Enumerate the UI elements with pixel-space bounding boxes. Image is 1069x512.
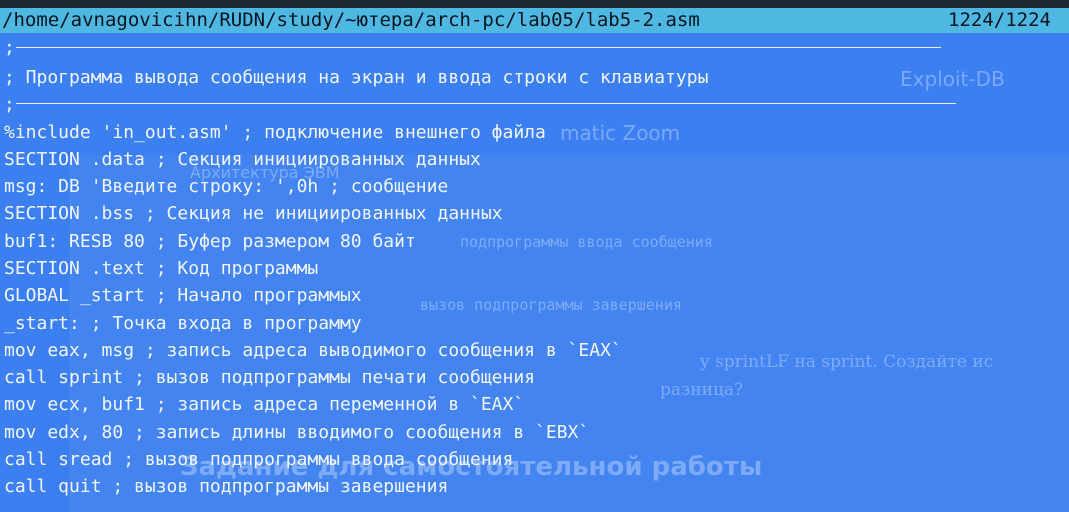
code-line: SECTION .text ; Код программы: [4, 258, 319, 279]
code-line: msg: DB 'Введите строку: ',0h ; сообщени…: [4, 176, 449, 197]
code-line: _start: ; Точка входа в программу: [4, 313, 362, 334]
code-line: call sread ; вызов подпрограммы ввода со…: [4, 449, 514, 470]
code-line: SECTION .data ; Секция инициированных да…: [4, 149, 481, 170]
file-path: /home/avnagovicihn/RUDN/study/~ютера/arc…: [2, 9, 700, 31]
code-line: GLOBAL _start ; Начало программых: [4, 285, 362, 306]
code-line: mov ecx, buf1 ; запись адреса переменной…: [4, 394, 525, 415]
code-line: %include 'in_out.asm' ; подключение внеш…: [4, 122, 546, 143]
comment-rule: [16, 47, 941, 48]
comment-rule: [16, 103, 956, 104]
line-counter: 1224/1224: [948, 9, 1051, 31]
code-line: buf1: RESB 80 ; Буфер размером 80 байт: [4, 231, 416, 252]
code-line: call sprint ; вызов подпрограммы печати …: [4, 367, 536, 388]
code-line: mov edx, 80 ; запись длины вводимого соо…: [4, 422, 590, 443]
code-line: ;: [4, 94, 15, 115]
code-line: ;: [4, 37, 15, 58]
file-path-bar: /home/avnagovicihn/RUDN/study/~ютера/arc…: [0, 8, 1069, 33]
code-line: mov eax, msg ; запись адреса выводимого …: [4, 340, 622, 361]
code-line: ; Программа вывода сообщения на экран и …: [4, 67, 709, 88]
code-line: SECTION .bss ; Секция не инициированных …: [4, 203, 503, 224]
code-line: call quit ; вызов подпрограммы завершени…: [4, 476, 449, 497]
